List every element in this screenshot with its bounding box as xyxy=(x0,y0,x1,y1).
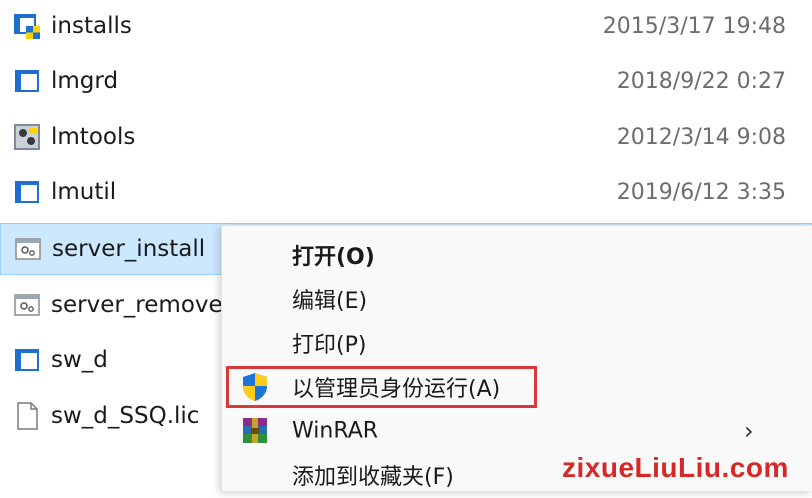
lmtools-icon xyxy=(14,124,40,150)
menu-item-edit[interactable]: 编辑(E) xyxy=(222,276,812,322)
menu-item-label: 打开(O) xyxy=(292,245,375,270)
exe-window-icon xyxy=(15,181,39,203)
exe-window-icon xyxy=(15,349,39,371)
file-date: 2012/3/14 9:08 xyxy=(616,124,786,150)
menu-item-label: WinRAR xyxy=(292,418,379,444)
file-name: sw_d_SSQ.lic xyxy=(51,403,200,429)
menu-item-open[interactable]: 打开(O) xyxy=(222,232,812,278)
menu-item-winrar[interactable]: WinRAR › xyxy=(222,408,812,454)
watermark: zixueLiuLiu.com xyxy=(562,452,789,483)
file-row-lmtools[interactable]: lmtools 2012/3/14 9:08 xyxy=(0,111,812,163)
file-row-installs[interactable]: installs 2015/3/17 19:48 xyxy=(0,0,812,52)
exe-window-icon xyxy=(15,70,39,92)
file-name: lmutil xyxy=(51,179,117,205)
submenu-chevron-icon: › xyxy=(744,417,754,445)
menu-item-print[interactable]: 打印(P) xyxy=(222,320,812,366)
menu-item-label: 添加到收藏夹(F) xyxy=(292,465,454,490)
file-date: 2018/9/22 0:27 xyxy=(616,68,786,94)
file-name: server_remove xyxy=(51,292,223,318)
file-name: lmtools xyxy=(51,124,136,150)
file-row-lmgrd[interactable]: lmgrd 2018/9/22 0:27 xyxy=(0,55,812,107)
annotation-highlight-box xyxy=(226,366,537,408)
file-name: server_install xyxy=(52,236,206,262)
file-name: sw_d xyxy=(51,347,108,373)
menu-item-label: 编辑(E) xyxy=(292,289,368,314)
batch-file-icon xyxy=(14,294,40,316)
file-name: lmgrd xyxy=(51,68,119,94)
file-date: 2019/6/12 3:35 xyxy=(616,179,786,205)
setup-exe-icon xyxy=(14,14,40,39)
batch-file-icon xyxy=(15,238,41,260)
file-row-lmutil[interactable]: lmutil 2019/6/12 3:35 xyxy=(0,166,812,218)
winrar-icon xyxy=(243,418,267,443)
file-date: 2015/3/17 19:48 xyxy=(602,13,786,39)
menu-item-label: 打印(P) xyxy=(292,333,367,358)
file-name: installs xyxy=(51,13,132,39)
text-file-icon xyxy=(17,402,38,430)
